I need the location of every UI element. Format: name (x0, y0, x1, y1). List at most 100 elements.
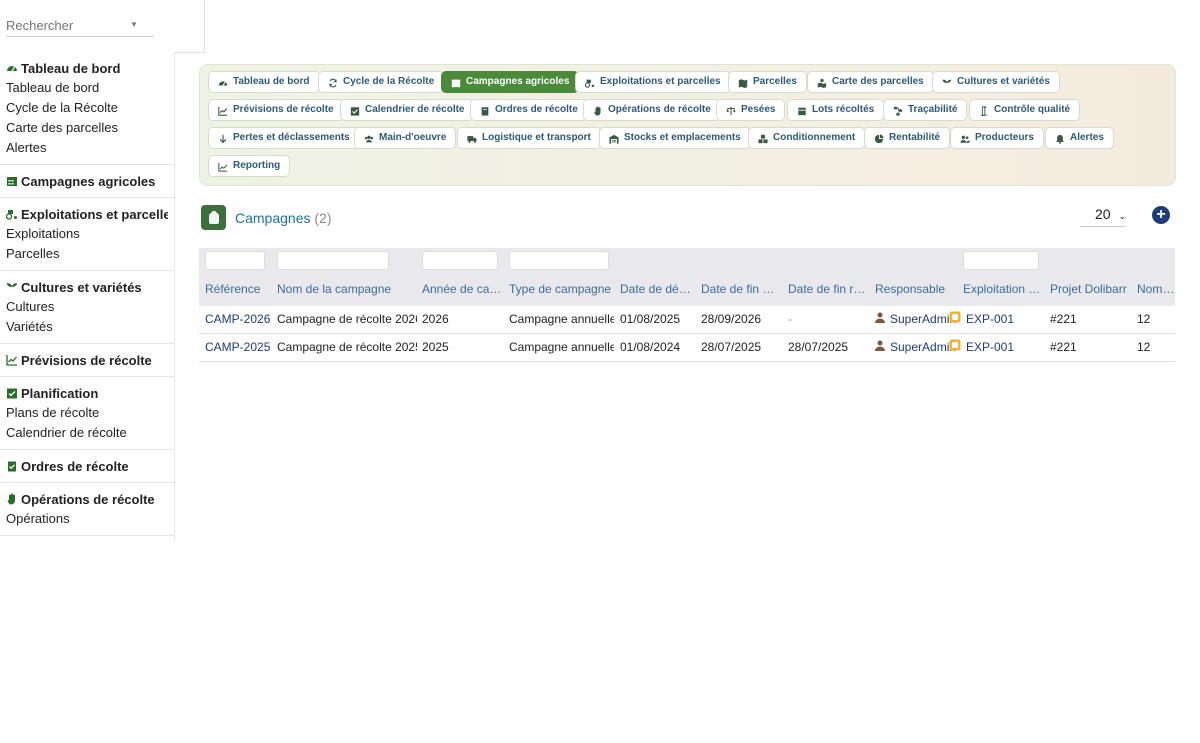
column-header[interactable]: Référence (205, 278, 271, 306)
top-menu-tab[interactable]: Stocks et emplacements (599, 127, 751, 149)
menu-item[interactable]: Alertes (6, 138, 168, 158)
menu-item[interactable]: Cultures (6, 297, 168, 317)
top-menu-tab[interactable]: Calendrier de récolte (340, 99, 475, 121)
cell-text: 2025 (422, 340, 449, 354)
top-menu-tab[interactable]: Reporting (208, 155, 291, 177)
calendar-icon (451, 77, 461, 88)
user-icon (875, 306, 885, 333)
top-menu-tab-label: Lots récoltés (812, 104, 875, 115)
menu-item[interactable]: Exploitations (6, 224, 168, 244)
column-header[interactable]: Projet Dolibarr (1050, 278, 1130, 306)
cell-year: 2026 (422, 306, 502, 333)
menu-section-title[interactable]: Exploitations et parcelles (6, 204, 168, 224)
top-menu-tab[interactable]: Conditionnement (748, 127, 866, 149)
cell-start: 01/08/2024 (620, 334, 695, 361)
column-header[interactable]: Exploitation principale (963, 278, 1043, 306)
vial-icon (979, 105, 989, 116)
menu-item[interactable]: Parcelles (6, 244, 168, 264)
column-header[interactable]: Nom de la campagne (277, 278, 417, 306)
top-menu-tab-label: Contrôle qualité (994, 104, 1071, 115)
top-menu-tab[interactable]: Opérations de récolte (583, 99, 721, 121)
cell-exploitation[interactable]: EXP-001 (949, 334, 1029, 361)
menu-item[interactable]: Carte des parcelles (6, 118, 168, 138)
menu-section-title[interactable]: Prévisions de récolte (6, 350, 168, 370)
menu-item[interactable]: Opérations (6, 509, 168, 529)
cell-user[interactable]: SuperAdmin (875, 306, 957, 333)
top-menu-tab[interactable]: Tableau de bord (208, 71, 320, 93)
table-row[interactable]: CAMP-2026 Campagne de récolte 2026 2026 Cam… (199, 306, 1175, 334)
project-diagram-icon (893, 105, 903, 116)
top-menu-tab[interactable]: Exploitations et parcelles (575, 71, 731, 93)
top-menu-tab[interactable]: Ordres de récolte (470, 99, 588, 121)
top-menu-tab[interactable]: Main-d'oeuvre (354, 127, 457, 149)
cell-project: #221 (1050, 334, 1130, 361)
column-header[interactable]: Date de fin réelle (788, 278, 868, 306)
chevron-down-icon[interactable]: ▼ (130, 20, 138, 29)
column-header[interactable]: Année de campagne (422, 278, 502, 306)
cell-end-real: 28/07/2025 (788, 334, 868, 361)
filter-name-input[interactable] (277, 251, 389, 270)
menu-section-label: Opérations de récolte (21, 491, 155, 507)
column-header[interactable]: Responsable (875, 278, 957, 306)
filter-type-input[interactable] (509, 251, 609, 270)
cell-text: CAMP-2026 (205, 312, 271, 326)
menu-section-title[interactable]: Tableau de bord (6, 58, 168, 78)
limit-select[interactable]: 20 ⌄ (1080, 206, 1126, 227)
top-menu-tab[interactable]: Campagnes agricoles (441, 71, 580, 93)
top-menu-tab[interactable]: Traçabilité (883, 99, 968, 121)
menu-item[interactable]: Variétés (6, 317, 168, 337)
cell-exploitation[interactable]: EXP-001 (949, 306, 1029, 333)
cell-end-real: - (788, 306, 868, 333)
user-icon (875, 334, 885, 361)
top-menu-tab[interactable]: Carte des parcelles (807, 71, 934, 93)
table-row[interactable]: CAMP-2025 Campagne de récolte 2025 2025 Cam… (199, 334, 1175, 362)
top-menu-tab[interactable]: Contrôle qualité (969, 99, 1081, 121)
column-header[interactable]: Date de début (620, 278, 695, 306)
top-menu-tab-label: Main-d'oeuvre (379, 132, 447, 143)
seedling-icon (942, 77, 952, 88)
top-menu-tab[interactable]: Pesées (716, 99, 786, 121)
page-title: Campagnes (2) (235, 210, 332, 226)
cell-text: #221 (1050, 340, 1077, 354)
column-header[interactable]: Nombre (1137, 278, 1175, 306)
top-menu-tab[interactable]: Parcelles (728, 71, 807, 93)
menu-section: Campagnes agricoles (0, 165, 174, 198)
cell-text: 2026 (422, 312, 449, 326)
filter-ref-input[interactable] (205, 251, 265, 270)
menu-item[interactable]: Tableau de bord (6, 78, 168, 98)
top-menu-tab-label: Stocks et emplacements (624, 132, 741, 143)
top-menu-tab[interactable]: Logistique et transport (457, 127, 601, 149)
filter-year-input[interactable] (422, 251, 498, 270)
top-menu-tab[interactable]: Pertes et déclassements (208, 127, 360, 149)
top-menu-tab[interactable]: Alertes (1045, 127, 1114, 149)
menu-section-title[interactable]: Cultures et variétés (6, 277, 168, 297)
menu-section-title[interactable]: Planification (6, 383, 168, 403)
top-menu-tab[interactable]: Producteurs (950, 127, 1044, 149)
cell-ref[interactable]: CAMP-2025 (205, 334, 271, 361)
top-menu-tab[interactable]: Cultures et variétés (932, 71, 1060, 93)
menu-section-title[interactable]: Ordres de récolte (6, 456, 168, 476)
menu-section-title[interactable]: Campagnes agricoles (6, 171, 168, 191)
top-menu-tab[interactable]: Prévisions de récolte (208, 99, 344, 121)
top-menu-tab[interactable]: Rentabilité (864, 127, 951, 149)
menu-item[interactable]: Calendrier de récolte (6, 423, 168, 443)
top-menu-tab-label: Rentabilité (889, 132, 941, 143)
filter-exploitation-input[interactable] (963, 251, 1039, 270)
top-menu-tab-label: Parcelles (753, 76, 797, 87)
cell-ref[interactable]: CAMP-2026 (205, 306, 271, 333)
filter-row (199, 248, 1175, 278)
top-menu-tab[interactable]: Cycle de la Récolte (318, 71, 445, 93)
menu-item[interactable]: Plans de récolte (6, 403, 168, 423)
menu-section-title[interactable]: Opérations de récolte (6, 489, 168, 509)
cell-user[interactable]: SuperAdmin (875, 334, 957, 361)
top-menu-tab-label: Opérations de récolte (608, 104, 711, 115)
cell-count: 12 (1137, 334, 1175, 361)
cell-text: Campagne annuelle (509, 340, 614, 354)
top-menu-tab[interactable]: Lots récoltés (787, 99, 885, 121)
menu-item[interactable]: Cycle de la Récolte (6, 98, 168, 118)
column-header[interactable]: Date de fin prévue (701, 278, 781, 306)
column-header[interactable]: Type de campagne (509, 278, 614, 306)
tractor-icon (585, 77, 595, 88)
add-campaign-button[interactable]: + (1152, 206, 1170, 224)
top-menu-tab-label: Exploitations et parcelles (600, 76, 721, 87)
